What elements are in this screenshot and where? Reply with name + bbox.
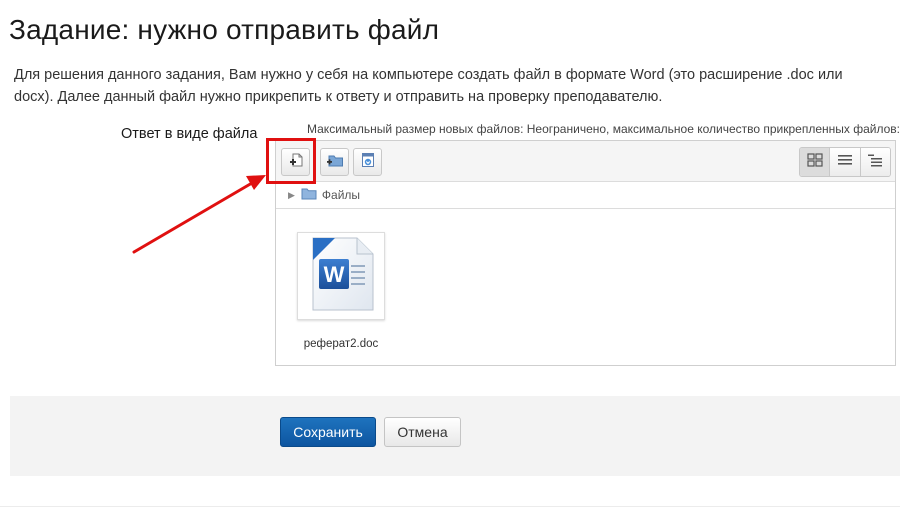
view-list-button[interactable]: [829, 148, 860, 176]
breadcrumb-label: Файлы: [321, 188, 361, 202]
view-tree-icon: [867, 153, 883, 172]
download-all-icon: [361, 152, 375, 173]
folder-icon: [301, 187, 317, 203]
save-button[interactable]: Сохранить: [280, 417, 376, 447]
view-list-icon: [837, 153, 853, 172]
path-bar: ▶ Файлы: [276, 182, 895, 209]
file-thumbnail: W: [297, 232, 385, 320]
cancel-button[interactable]: Отмена: [384, 417, 461, 447]
assignment-description: Для решения данного задания, Вам нужно у…: [14, 67, 843, 105]
divider: [0, 506, 900, 507]
view-icons-button[interactable]: [800, 148, 830, 176]
file-answer-label: Ответ в виде файла: [121, 126, 258, 142]
add-file-icon: [288, 152, 304, 173]
view-icons-icon: [807, 152, 823, 172]
add-file-button[interactable]: [281, 148, 310, 176]
create-folder-button[interactable]: [320, 148, 349, 176]
view-switcher: [799, 147, 891, 177]
file-manager-toolbar: [276, 141, 895, 182]
create-folder-icon: [326, 152, 344, 173]
expand-arrow-icon: ▶: [288, 189, 295, 200]
view-tree-button[interactable]: [859, 148, 890, 176]
word-document-icon: W: [305, 235, 377, 318]
breadcrumb-files[interactable]: ▶ Файлы: [288, 187, 360, 203]
file-manager: ▶ Файлы W реферат2.doc: [275, 140, 896, 366]
file-limits-text: Максимальный размер новых файлов: Неогра…: [307, 122, 900, 136]
file-item[interactable]: W реферат2.doc: [297, 232, 389, 350]
file-name: реферат2.doc: [303, 338, 379, 350]
download-all-button[interactable]: [353, 148, 382, 176]
svg-text:W: W: [324, 262, 345, 287]
form-actions: Сохранить Отмена: [10, 396, 900, 476]
page-title: Задание: нужно отправить файл: [9, 14, 440, 45]
